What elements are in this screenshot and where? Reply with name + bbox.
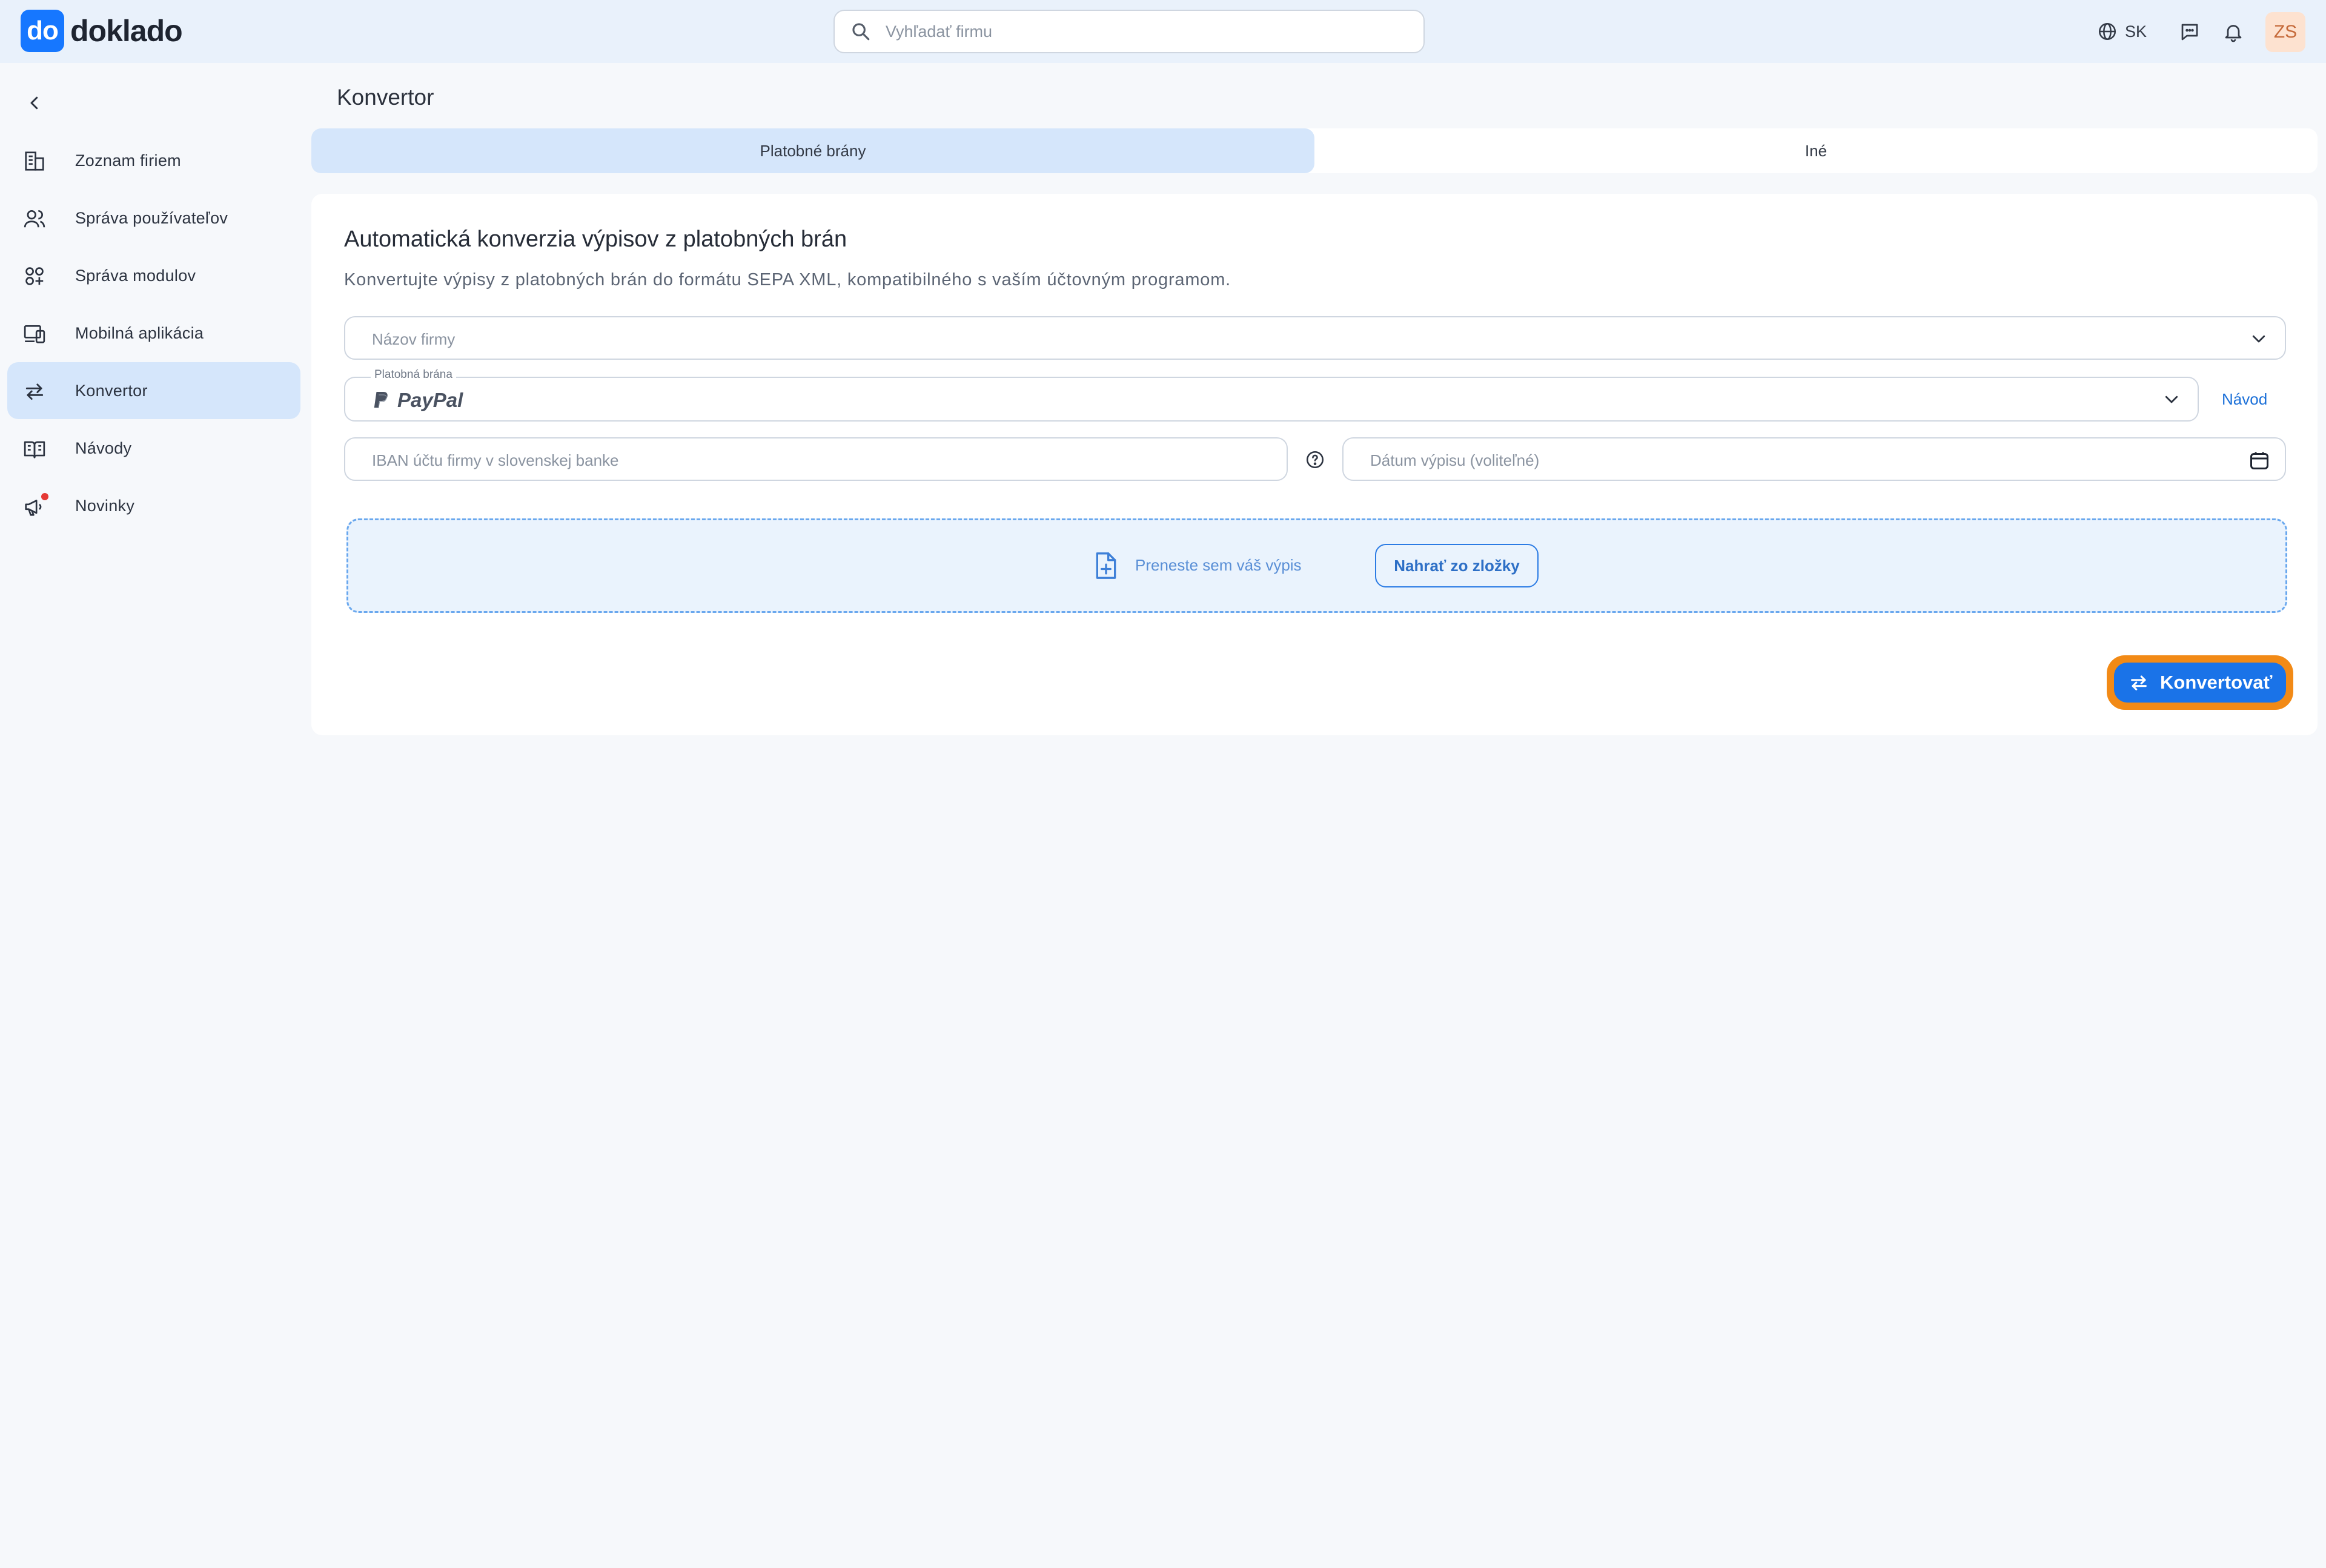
book-icon bbox=[24, 441, 45, 458]
sidebar-item-label: Konvertor bbox=[75, 381, 148, 400]
chat-icon bbox=[2181, 24, 2198, 41]
app-logo[interactable]: do doklado bbox=[21, 10, 183, 52]
date-placeholder: Dátum výpisu (voliteľné) bbox=[1370, 451, 1540, 469]
file-add-icon bbox=[1096, 552, 1116, 579]
tab-label: Platobné brány bbox=[760, 141, 866, 160]
sidebar-item-label: Novinky bbox=[75, 496, 135, 515]
notifications-button[interactable] bbox=[2222, 21, 2245, 44]
sidebar-item-label: Mobilná aplikácia bbox=[75, 323, 204, 342]
sidebar-item-label: Zoznam firiem bbox=[75, 151, 181, 170]
bell-icon bbox=[2225, 25, 2242, 42]
tab-other[interactable]: Iné bbox=[1314, 128, 2318, 173]
user-avatar[interactable]: ZS bbox=[2265, 12, 2305, 52]
logo-text: doklado bbox=[70, 14, 183, 48]
upload-from-folder-button[interactable]: Nahrať zo zložky bbox=[1375, 544, 1539, 587]
search-box[interactable] bbox=[833, 10, 1425, 53]
modules-icon bbox=[25, 267, 44, 285]
globe-icon bbox=[2098, 22, 2116, 41]
guide-link[interactable]: Návod bbox=[2222, 390, 2267, 409]
convert-button-label: Konvertovať bbox=[2160, 672, 2273, 693]
iban-input[interactable]: IBAN účtu firmy v slovenskej banke bbox=[344, 437, 1288, 481]
tab-payment-gateways[interactable]: Platobné brány bbox=[311, 128, 1314, 173]
sidebar-item-label: Návody bbox=[75, 438, 132, 457]
search-icon bbox=[852, 23, 870, 41]
iban-placeholder: IBAN účtu firmy v slovenskej banke bbox=[372, 451, 619, 469]
sidebar-item-label: Správa modulov bbox=[75, 266, 196, 285]
card-description: Konvertujte výpisy z platobných brán do … bbox=[344, 270, 1231, 289]
gateway-value: PayPal bbox=[397, 389, 463, 411]
notification-dot bbox=[41, 493, 48, 500]
tab-bar: Platobné brány Iné bbox=[311, 128, 2318, 173]
sidebar-item-users[interactable]: Správa používateľov bbox=[7, 190, 300, 246]
devices-icon bbox=[24, 325, 45, 343]
chevron-down-icon bbox=[2165, 395, 2178, 403]
logo-mark: do bbox=[21, 10, 64, 52]
card-title: Automatická konverzia výpisov z platobný… bbox=[344, 227, 847, 252]
language-switcher[interactable]: SK bbox=[2097, 0, 2147, 63]
statement-date-input[interactable]: Dátum výpisu (voliteľné) bbox=[1342, 437, 2286, 481]
collapse-sidebar-button[interactable] bbox=[25, 92, 44, 114]
calendar-icon[interactable] bbox=[2248, 449, 2270, 471]
convert-button[interactable]: Konvertovať bbox=[2114, 663, 2286, 703]
paypal-icon bbox=[374, 392, 388, 408]
company-select[interactable]: Názov firmy bbox=[344, 316, 2286, 360]
arrows-swap-icon bbox=[25, 383, 44, 400]
building-icon bbox=[25, 151, 44, 171]
arrows-swap-icon bbox=[2131, 675, 2147, 690]
tab-label: Iné bbox=[1804, 141, 1827, 160]
sidebar-item-news[interactable]: Novinky bbox=[7, 477, 300, 534]
search-input[interactable] bbox=[886, 22, 1382, 41]
users-icon bbox=[24, 210, 45, 228]
company-select-placeholder: Názov firmy bbox=[372, 330, 456, 348]
upload-button-label: Nahrať zo zložky bbox=[1394, 556, 1520, 575]
page-title: Konvertor bbox=[337, 85, 434, 110]
gateway-select[interactable]: Platobná brána PayPal bbox=[344, 368, 2199, 422]
sidebar-item-label: Správa používateľov bbox=[75, 208, 228, 227]
sidebar-item-companies[interactable]: Zoznam firiem bbox=[7, 132, 300, 189]
file-dropzone[interactable] bbox=[346, 518, 2287, 613]
chevron-left-icon bbox=[30, 96, 38, 110]
gateway-label: Platobná brána bbox=[371, 368, 456, 382]
sidebar-item-converter[interactable]: Konvertor bbox=[7, 362, 300, 419]
sidebar-item-mobile-app[interactable]: Mobilná aplikácia bbox=[7, 305, 300, 362]
sidebar-item-guides[interactable]: Návody bbox=[7, 420, 300, 477]
dropzone-text: Preneste sem váš výpis bbox=[1135, 556, 1302, 574]
top-bar: do doklado SK ZS bbox=[0, 0, 2326, 63]
language-code: SK bbox=[2125, 22, 2147, 41]
help-icon[interactable] bbox=[1305, 449, 1325, 470]
sidebar-item-modules[interactable]: Správa modulov bbox=[7, 247, 300, 304]
chat-button[interactable] bbox=[2178, 21, 2201, 44]
chevron-down-icon bbox=[2252, 335, 2265, 343]
